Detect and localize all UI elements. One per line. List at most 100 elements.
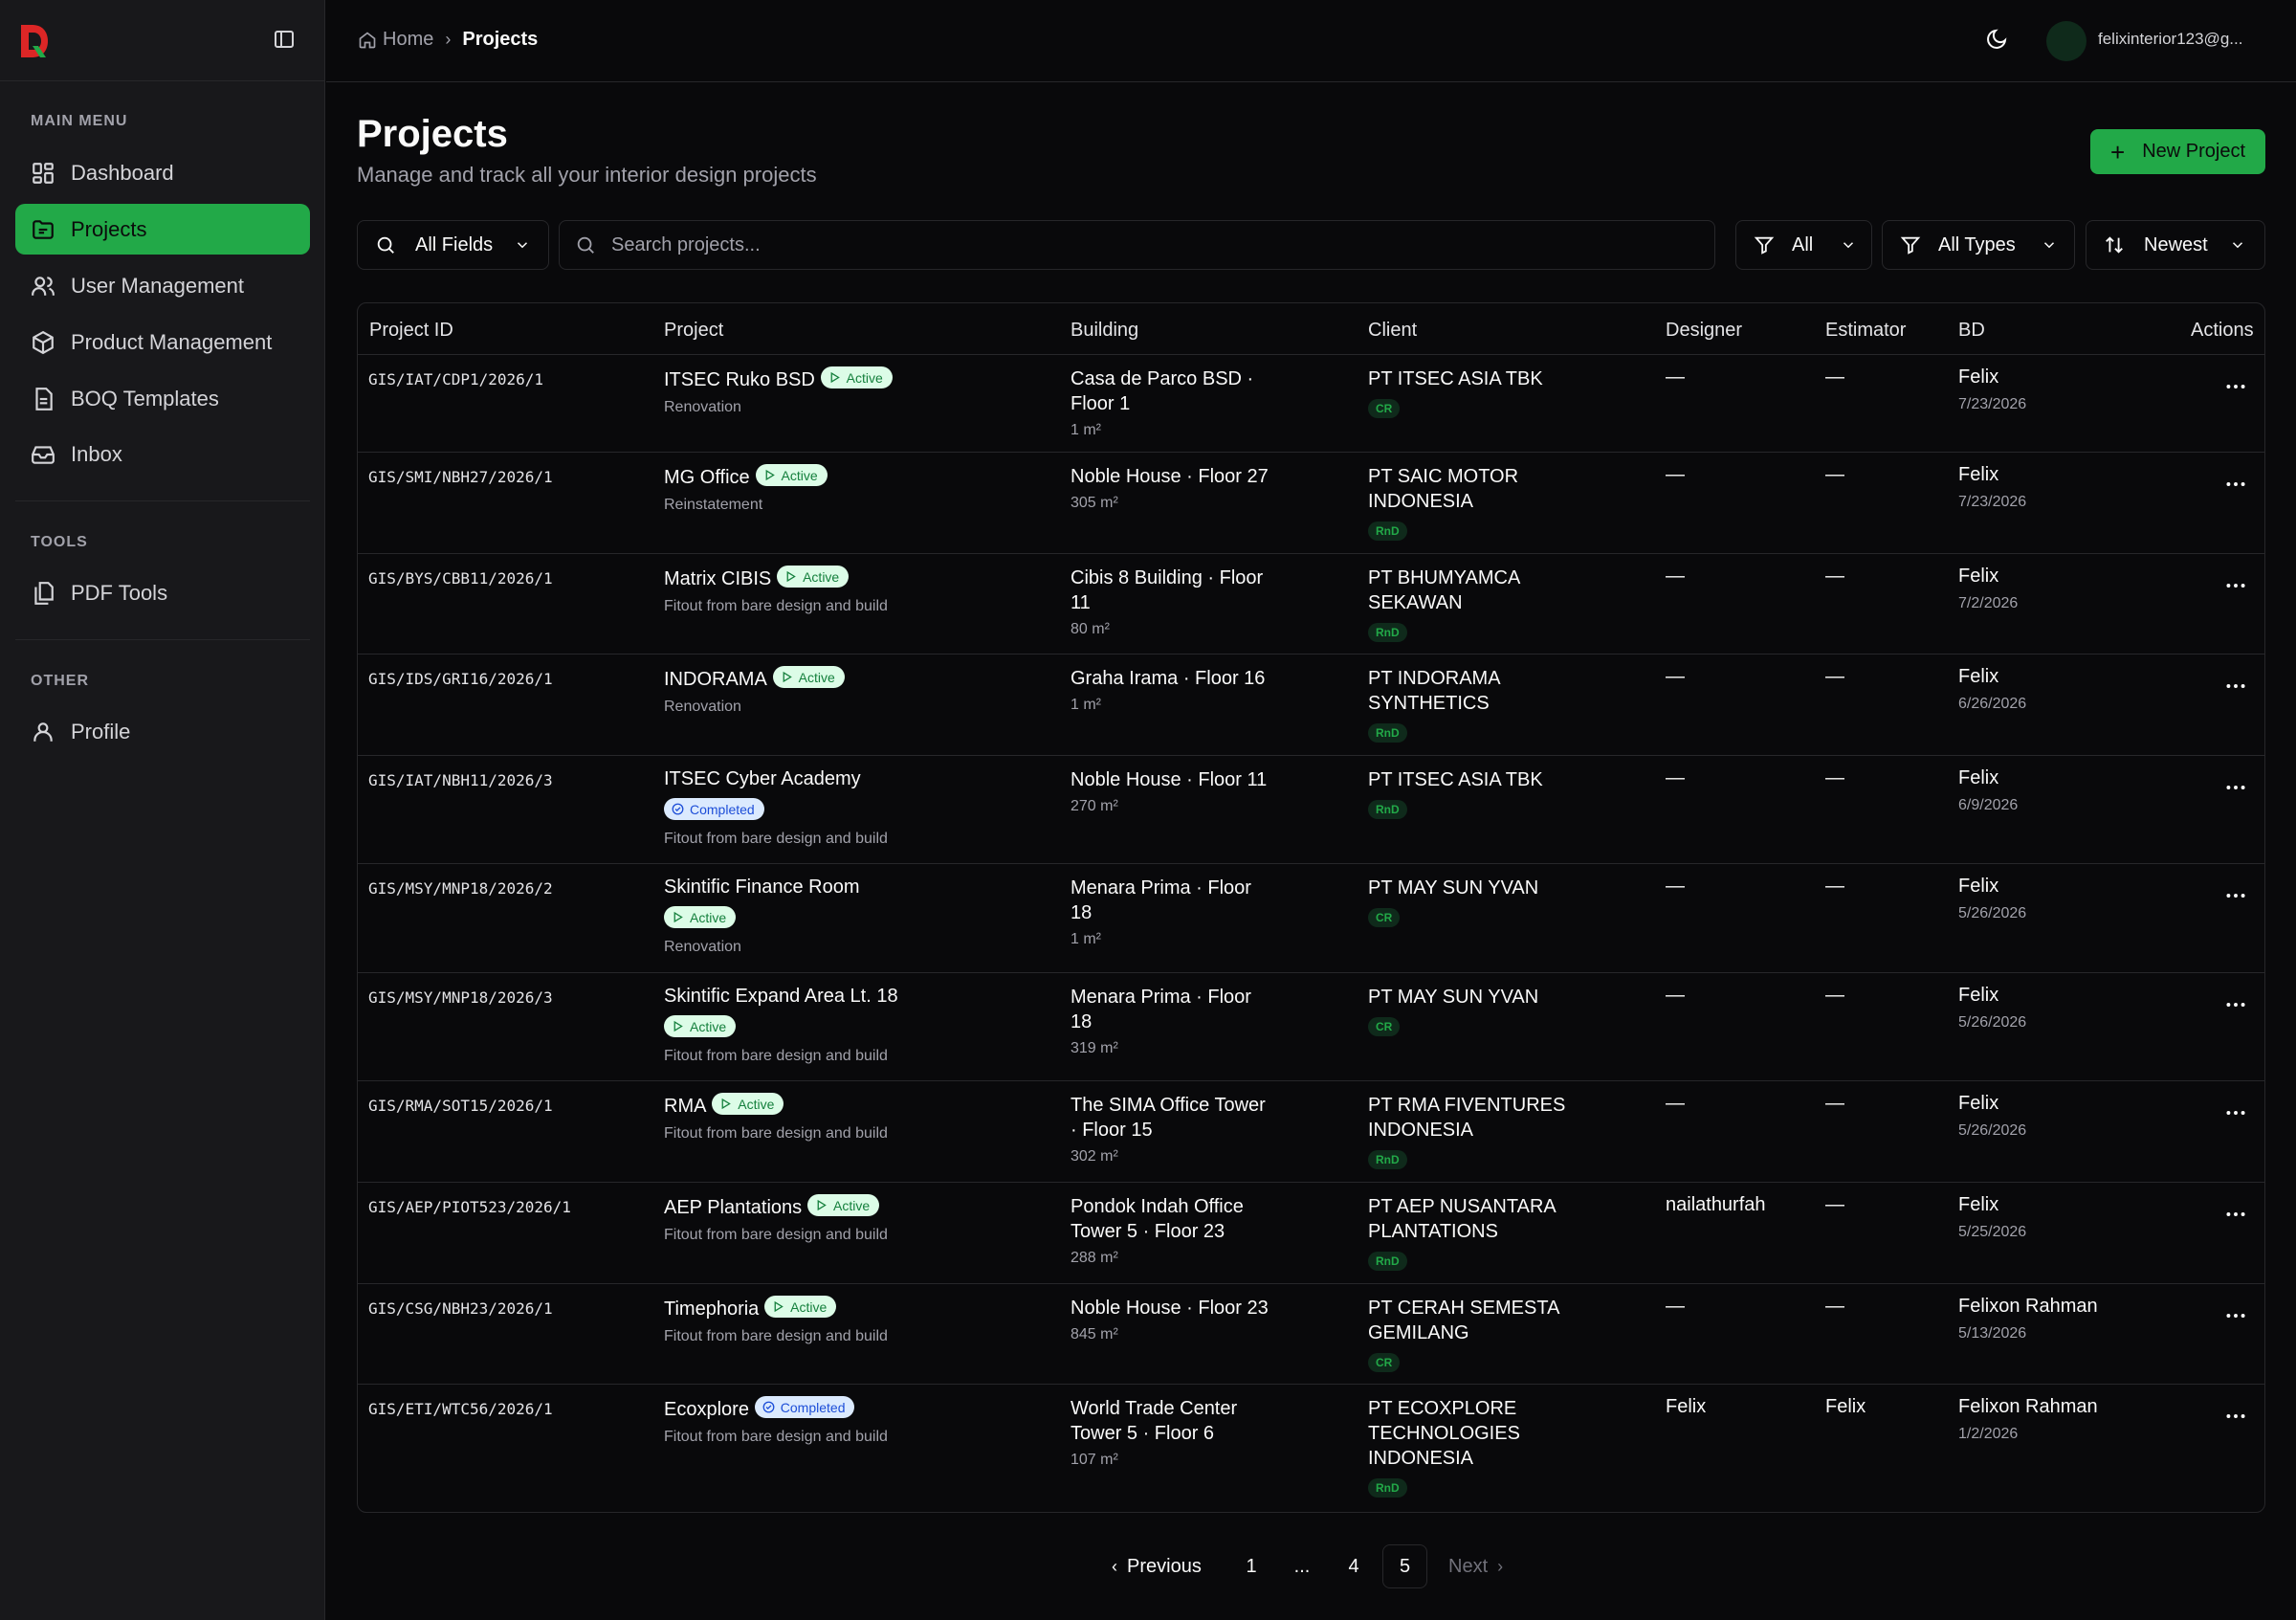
projects-table: Project ID Project Building Client Desig… [357, 302, 2265, 1513]
files-icon [34, 581, 54, 605]
project-name[interactable]: INDORAMA [664, 669, 767, 690]
table-row[interactable]: GIS/CSG/NBH23/2026/1 Timephoria Active Fit… [358, 1283, 2264, 1384]
client-name: PT INDORAMA SYNTHETICS [1368, 668, 1500, 714]
project-cell: Skintific Finance Room Active Renovation [664, 876, 1047, 956]
table-row[interactable]: GIS/BYS/CBB11/2026/1 Matrix CIBIS Active F… [358, 553, 2264, 654]
status-label: Completed [690, 801, 755, 817]
breadcrumb-home[interactable]: Home [358, 29, 433, 51]
building-name: Noble House · Floor 27 [1071, 466, 1269, 487]
status-filter[interactable]: All [1735, 220, 1872, 270]
more-actions-icon[interactable] [2223, 1100, 2248, 1125]
search-box[interactable] [559, 220, 1715, 270]
client-cell: PT AEP NUSANTARA PLANTATIONS RnD [1368, 1194, 1569, 1271]
package-icon [33, 330, 54, 354]
sidebar-item-product-management[interactable]: Product Management [15, 317, 310, 367]
sidebar-item-boq-templates[interactable]: BOQ Templates [15, 373, 310, 424]
filter-icon [1754, 236, 1775, 255]
sidebar-item-dashboard[interactable]: Dashboard [15, 147, 310, 198]
more-actions-icon[interactable] [2223, 472, 2248, 497]
estimator: Felix [1825, 1396, 1866, 1417]
chevron-down-icon [2043, 242, 2054, 249]
more-actions-icon[interactable] [2223, 573, 2248, 598]
table-row[interactable]: GIS/ETI/WTC56/2026/1 Ecoxplore Completed F… [358, 1384, 2264, 1512]
column-header-client: Client [1368, 320, 1418, 341]
page-button[interactable]: 4 [1342, 1544, 1365, 1588]
page-button-current[interactable]: 5 [1382, 1544, 1427, 1588]
table-row[interactable]: GIS/IAT/NBH11/2026/3 ITSEC Cyber Academy C… [358, 755, 2264, 863]
client-cell: PT BHUMYAMCA SEKAWAN RnD [1368, 566, 1569, 642]
project-name[interactable]: Skintific Expand Area Lt. 18 [664, 986, 898, 1007]
sidebar-item-label: Projects [71, 216, 147, 241]
more-actions-icon[interactable] [2223, 883, 2248, 908]
new-project-button[interactable]: + New Project [2090, 129, 2265, 174]
sidebar-item-projects[interactable]: Projects [15, 204, 310, 255]
more-actions-icon[interactable] [2223, 992, 2248, 1017]
avatar[interactable] [2046, 21, 2086, 61]
table-row[interactable]: GIS/RMA/SOT15/2026/1 RMA Active Fitout fro… [358, 1080, 2264, 1182]
status-badge: Completed [754, 1396, 855, 1418]
theme-toggle-moon-icon[interactable] [1985, 28, 2008, 51]
client-name: PT MAY SUN YVAN [1368, 987, 1539, 1008]
more-actions-icon[interactable] [2223, 674, 2248, 699]
table-row[interactable]: GIS/SMI/NBH27/2026/1 MG Office Active Rein… [358, 452, 2264, 553]
more-actions-icon[interactable] [2223, 1404, 2248, 1429]
project-name[interactable]: ITSEC Ruko BSD [664, 369, 815, 390]
user-email[interactable]: felixinterior123@g... [2098, 30, 2242, 49]
sidebar-toggle-icon[interactable] [273, 28, 296, 51]
sidebar-item-pdf-tools[interactable]: PDF Tools [15, 567, 310, 618]
bd-date: 6/26/2026 [1958, 696, 2027, 712]
bd-cell: Felix 7/23/2026 [1958, 366, 2026, 413]
play-icon [721, 1098, 732, 1110]
page-button[interactable]: 1 [1240, 1544, 1263, 1588]
tools-heading: TOOLS [31, 534, 88, 550]
more-actions-icon[interactable] [2223, 1303, 2248, 1328]
table-row[interactable]: GIS/MSY/MNP18/2026/3 Skintific Expand Are… [358, 972, 2264, 1080]
search-field-select[interactable]: All Fields [357, 220, 549, 270]
project-name[interactable]: Ecoxplore [664, 1399, 749, 1420]
project-id: GIS/CSG/NBH23/2026/1 [368, 1299, 553, 1318]
bd-name: Felix [1958, 1194, 1999, 1215]
main-menu-heading: MAIN MENU [31, 113, 128, 129]
project-name[interactable]: AEP Plantations [664, 1197, 802, 1218]
sidebar-item-user-management[interactable]: User Management [15, 260, 310, 311]
project-name[interactable]: Skintific Finance Room [664, 877, 860, 898]
search-input[interactable] [611, 233, 1664, 256]
project-name[interactable]: Matrix CIBIS [664, 568, 771, 589]
bd-cell: Felix 5/25/2026 [1958, 1194, 2026, 1241]
type-filter[interactable]: All Types [1882, 220, 2075, 270]
project-id: GIS/BYS/CBB11/2026/1 [368, 569, 553, 588]
status-badge: Active [755, 464, 828, 486]
pagination-previous[interactable]: ‹ Previous [1112, 1544, 1202, 1588]
more-actions-icon[interactable] [2223, 1202, 2248, 1227]
project-cell: Matrix CIBIS Active Fitout from bare desi… [664, 566, 1047, 615]
project-name[interactable]: MG Office [664, 467, 750, 488]
more-actions-icon[interactable] [2223, 775, 2248, 800]
more-actions-icon[interactable] [2223, 374, 2248, 399]
table-row[interactable]: GIS/IAT/CDP1/2026/1 ITSEC Ruko BSD Active… [358, 354, 2264, 452]
building-area: 1 m² [1071, 422, 1101, 438]
table-row[interactable]: GIS/AEP/PIOT523/2026/1 AEP Plantations Ac… [358, 1182, 2264, 1283]
client-cell: PT RMA FIVENTURES INDONESIA RnD [1368, 1093, 1569, 1169]
table-row[interactable]: GIS/MSY/MNP18/2026/2 Skintific Finance Ro… [358, 863, 2264, 972]
status-badge: Active [664, 1015, 737, 1037]
app-logo[interactable] [19, 23, 54, 59]
project-id: GIS/IAT/CDP1/2026/1 [368, 370, 544, 388]
building-name: The SIMA Office Tower · Floor 15 [1071, 1095, 1266, 1141]
project-name[interactable]: Timephoria [664, 1298, 759, 1320]
table-row[interactable]: GIS/IDS/GRI16/2026/1 INDORAMA Active Renov… [358, 654, 2264, 755]
sort-select[interactable]: Newest [2086, 220, 2265, 270]
bd-cell: Felix 6/9/2026 [1958, 767, 2018, 814]
sidebar-item-profile[interactable]: Profile [15, 706, 310, 757]
estimator: — [1825, 1296, 1844, 1317]
bd-cell: Felix 7/23/2026 [1958, 464, 2026, 511]
building-name: World Trade Center Tower 5 · Floor 6 [1071, 1398, 1238, 1444]
sidebar-item-inbox[interactable]: Inbox [15, 429, 310, 479]
project-name[interactable]: ITSEC Cyber Academy [664, 768, 861, 789]
project-cell: Skintific Expand Area Lt. 18 Active Fitout… [664, 985, 1047, 1065]
bd-cell: Felix 5/26/2026 [1958, 1093, 2026, 1140]
estimator: — [1825, 366, 1844, 388]
designer: — [1666, 1296, 1685, 1317]
project-name[interactable]: RMA [664, 1096, 706, 1117]
building-name: Menara Prima · Floor 18 [1071, 877, 1251, 923]
pagination-next[interactable]: Next › [1448, 1544, 1503, 1588]
